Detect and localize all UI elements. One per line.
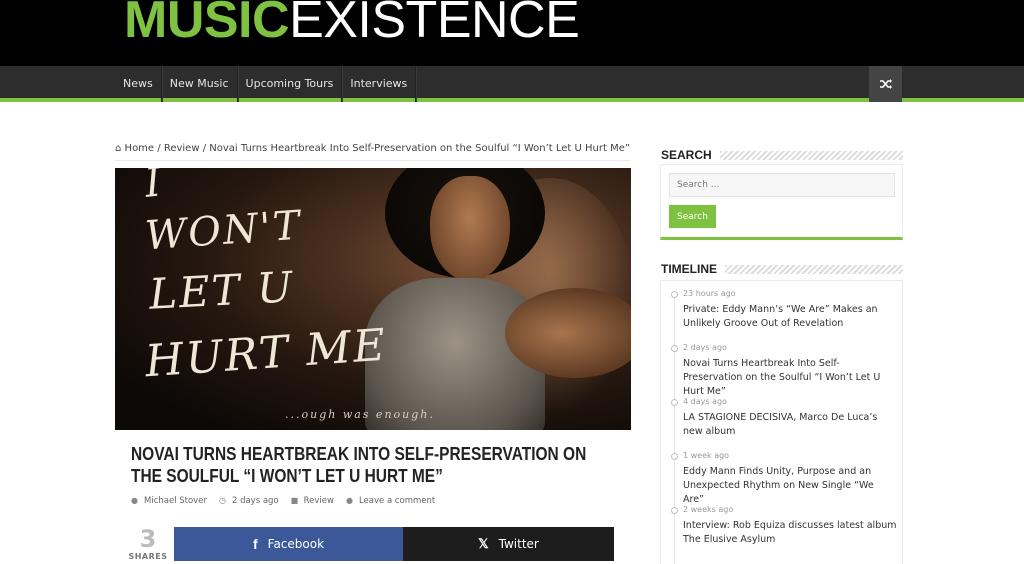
- nav-item-news[interactable]: News: [115, 66, 162, 102]
- folder-icon: ■: [290, 496, 299, 505]
- search-widget: Search: [660, 164, 903, 240]
- timeline-date: 2 weeks ago: [683, 505, 734, 514]
- timeline-date: 1 week ago: [683, 451, 730, 460]
- timeline-post-link[interactable]: Interview: Rob Equiza discusses latest a…: [683, 519, 897, 547]
- share-count-number: 3: [139, 525, 157, 553]
- facebook-share-button[interactable]: f Facebook: [174, 527, 403, 561]
- category-link[interactable]: Review: [304, 496, 334, 506]
- search-widget-heading: SEARCH: [661, 148, 712, 162]
- timeline-widget: 23 hours ago Private: Eddy Mann’s “We Ar…: [660, 280, 903, 564]
- home-icon: ⌂: [115, 143, 122, 154]
- twitter-share-button[interactable]: 𝕏 Twitter: [403, 527, 614, 561]
- main-navigation: News New Music Upcoming Tours Interviews: [0, 66, 1024, 102]
- facebook-share-label: Facebook: [267, 537, 325, 551]
- shuffle-icon: [879, 79, 892, 89]
- breadcrumb-separator: /: [157, 143, 161, 154]
- title-stripes: [719, 150, 903, 160]
- cover-text-line: I: [142, 168, 166, 207]
- featured-image: I WON'T LET U HURT ME ...ough was enough…: [115, 168, 631, 430]
- timeline-dot: [671, 453, 678, 460]
- author-link[interactable]: Michael Stover: [144, 496, 207, 506]
- cover-text-line: LET U: [147, 262, 296, 319]
- cover-text-line: HURT ME: [143, 319, 389, 388]
- meta-date: ◷ 2 days ago: [219, 496, 279, 506]
- breadcrumb-category[interactable]: Review: [164, 143, 200, 154]
- timeline-date: 2 days ago: [683, 343, 727, 352]
- timeline-dot: [671, 507, 678, 514]
- timeline-line: [674, 295, 675, 564]
- timeline-dot: [671, 345, 678, 352]
- timeline-widget-title: TIMELINE: [661, 262, 903, 276]
- user-icon: ●: [131, 496, 138, 505]
- nav-item-interviews[interactable]: Interviews: [342, 66, 417, 102]
- breadcrumb-separator: /: [202, 143, 207, 154]
- clock-icon: ◷: [218, 496, 226, 505]
- twitter-share-label: Twitter: [498, 537, 539, 551]
- site-logo[interactable]: MUSICEXISTENCE: [124, 0, 580, 52]
- timeline-post-link[interactable]: Eddy Mann Finds Unity, Purpose and an Un…: [683, 465, 897, 507]
- search-button[interactable]: Search: [669, 205, 716, 228]
- search-widget-title: SEARCH: [661, 148, 903, 162]
- facebook-icon: f: [252, 536, 258, 552]
- search-input[interactable]: [669, 173, 895, 197]
- post-title: Novai Turns Heartbreak Into Self-Preserv…: [131, 444, 587, 486]
- timeline-post-link[interactable]: Novai Turns Heartbreak Into Self-Preserv…: [683, 357, 897, 399]
- share-count-label: SHARES: [128, 552, 168, 561]
- timeline-dot: [671, 399, 678, 406]
- timeline-date: 23 hours ago: [683, 289, 736, 298]
- random-article-button[interactable]: [869, 66, 902, 102]
- nav-item-upcoming-tours[interactable]: Upcoming Tours: [238, 66, 343, 102]
- comments-link[interactable]: Leave a comment: [359, 496, 435, 506]
- breadcrumb: ⌂ Home / Review / Novai Turns Heartbreak…: [115, 143, 631, 161]
- timeline-widget-heading: TIMELINE: [661, 262, 717, 276]
- nav-menu: News New Music Upcoming Tours Interviews: [115, 66, 417, 102]
- timeline-date: 4 days ago: [683, 397, 727, 406]
- logo-music: MUSIC: [124, 0, 290, 49]
- nav-item-new-music[interactable]: New Music: [162, 66, 238, 102]
- timeline-post-link[interactable]: LA STAGIONE DECISIVA, Marco De Luca’s ne…: [683, 411, 897, 439]
- share-count: 3 SHARES: [128, 526, 168, 561]
- breadcrumb-home[interactable]: Home: [125, 143, 155, 154]
- meta-author: ● Michael Stover: [131, 496, 207, 506]
- title-stripes: [725, 264, 903, 274]
- x-twitter-icon: 𝕏: [478, 536, 489, 551]
- timeline-post-link[interactable]: Private: Eddy Mann’s “We Are” Makes an U…: [683, 303, 897, 331]
- cover-text-line: WON'T: [143, 202, 304, 260]
- image-face: [430, 176, 510, 281]
- site-header: MUSICEXISTENCE: [0, 0, 1024, 66]
- post-meta: ● Michael Stover ◷ 2 days ago ■ Review ●…: [131, 496, 435, 506]
- comment-icon: ●: [345, 496, 353, 505]
- logo-existence: EXISTENCE: [289, 0, 580, 49]
- meta-category: ■ Review: [291, 496, 334, 506]
- post-date: 2 days ago: [231, 496, 279, 506]
- timeline-dot: [671, 291, 678, 298]
- meta-comments: ● Leave a comment: [346, 496, 435, 506]
- breadcrumb-current: Novai Turns Heartbreak Into Self-Preserv…: [209, 143, 631, 154]
- cover-tagline: ...ough was enough.: [285, 408, 435, 421]
